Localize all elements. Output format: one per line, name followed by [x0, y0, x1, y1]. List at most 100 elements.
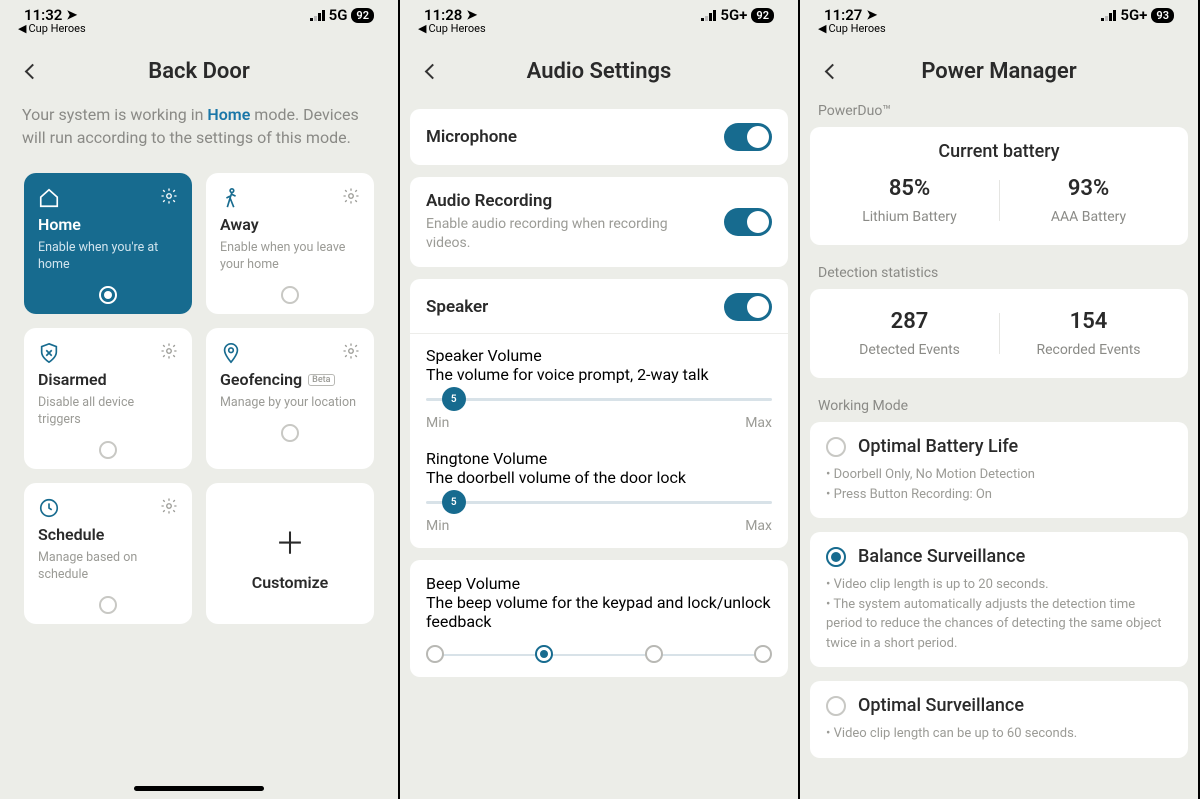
mode-desc: Disable all device triggers — [38, 395, 178, 429]
beep-volume-card: Beep Volume The beep volume for the keyp… — [410, 560, 788, 677]
mode-radio[interactable] — [99, 441, 117, 459]
wm-radio[interactable] — [826, 437, 846, 457]
wm-desc: Doorbell Only, No Motion Detection Press… — [826, 465, 1172, 504]
speaker-volume-slider[interactable]: 5 MinMax — [426, 398, 772, 431]
screen-back-door: 11:32 ➤ 5G 92 ◀ Cup Heroes Back Door You… — [0, 0, 400, 799]
speaker-volume-desc: The volume for voice prompt, 2-way talk — [426, 365, 772, 384]
recording-label: Audio Recording — [426, 191, 714, 211]
mode-card-customize[interactable]: ＋ Customize — [206, 483, 374, 624]
step-dot[interactable] — [645, 645, 663, 663]
audio-recording-card: Audio Recording Enable audio recording w… — [410, 177, 788, 267]
wm-desc: Video clip length can be up to 60 second… — [826, 724, 1172, 744]
speaker-volume-label: Speaker Volume — [426, 346, 772, 365]
speaker-label: Speaker — [426, 297, 488, 317]
wm-title: Optimal Surveillance — [858, 695, 1024, 716]
location-icon: ➤ — [866, 8, 877, 23]
speaker-toggle[interactable] — [724, 293, 772, 321]
mode-radio[interactable] — [99, 596, 117, 614]
gear-icon[interactable] — [160, 187, 178, 205]
wm-optimal-surveillance[interactable]: Optimal Surveillance Video clip length c… — [810, 681, 1188, 758]
status-bar: 11:32 ➤ 5G 92 — [0, 0, 398, 24]
step-dot[interactable] — [754, 645, 772, 663]
mode-label: Customize — [252, 573, 328, 592]
lithium-value: 85% — [820, 176, 999, 201]
mode-radio[interactable] — [281, 286, 299, 304]
lithium-label: Lithium Battery — [820, 209, 999, 225]
microphone-card: Microphone — [410, 109, 788, 165]
status-network: 5G+ — [1120, 6, 1147, 24]
working-mode-label: Working Mode — [800, 394, 1198, 422]
mode-radio[interactable] — [99, 286, 117, 304]
status-bar: 11:27 ➤ 5G+ 93 — [800, 0, 1198, 24]
microphone-toggle[interactable] — [724, 123, 772, 151]
status-network: 5G — [329, 6, 348, 24]
wm-radio-selected[interactable] — [826, 547, 846, 567]
wm-title: Balance Surveillance — [858, 546, 1025, 567]
pin-icon — [220, 342, 242, 364]
mode-desc: Enable when you're at home — [38, 240, 178, 274]
home-indicator — [134, 786, 264, 791]
wm-optimal-battery[interactable]: Optimal Battery Life Doorbell Only, No M… — [810, 422, 1188, 518]
beep-volume-label: Beep Volume — [426, 574, 772, 593]
page-title: Power Manager — [818, 59, 1180, 84]
home-icon — [38, 187, 60, 209]
aaa-value: 93% — [999, 176, 1178, 201]
header: Back Door — [0, 35, 398, 99]
mode-grid: Home Enable when you're at home Away Ena… — [0, 159, 398, 637]
wm-balance-surveillance[interactable]: Balance Surveillance Video clip length i… — [810, 532, 1188, 667]
mode-label: GeofencingBeta — [220, 370, 360, 389]
beta-badge: Beta — [308, 374, 334, 386]
gear-icon[interactable] — [342, 187, 360, 205]
status-battery: 93 — [1151, 8, 1174, 23]
mode-radio[interactable] — [281, 424, 299, 442]
battery-card: Current battery 85% Lithium Battery 93% … — [810, 127, 1188, 245]
mode-label: Disarmed — [38, 370, 178, 389]
recording-toggle[interactable] — [724, 208, 772, 236]
mode-label: Home — [38, 215, 178, 234]
walk-icon — [220, 187, 242, 209]
signal-icon — [310, 10, 325, 21]
slider-thumb[interactable]: 5 — [442, 490, 466, 514]
mode-label: Schedule — [38, 525, 178, 544]
slider-thumb[interactable]: 5 — [442, 387, 466, 411]
step-dot-selected[interactable] — [535, 645, 553, 663]
page-title: Audio Settings — [418, 59, 780, 84]
gear-icon[interactable] — [160, 497, 178, 515]
recording-desc: Enable audio recording when recording vi… — [426, 215, 714, 253]
mode-card-away[interactable]: Away Enable when you leave your home — [206, 173, 374, 314]
mode-link[interactable]: Home — [207, 105, 250, 124]
detected-label: Detected Events — [820, 342, 999, 358]
mode-card-schedule[interactable]: Schedule Manage based on schedule — [24, 483, 192, 624]
ringtone-volume-label: Ringtone Volume — [426, 449, 772, 468]
header: Power Manager — [800, 35, 1198, 99]
microphone-label: Microphone — [426, 127, 517, 147]
detected-value: 287 — [820, 309, 999, 334]
location-icon: ➤ — [466, 8, 477, 23]
mode-desc: Manage by your location — [220, 395, 360, 412]
step-dot[interactable] — [426, 645, 444, 663]
signal-icon — [1101, 10, 1116, 21]
screen-audio-settings: 11:28 ➤ 5G+ 92 ◀ Cup Heroes Audio Settin… — [400, 0, 800, 799]
gear-icon[interactable] — [342, 342, 360, 360]
beep-volume-slider[interactable] — [426, 645, 772, 663]
signal-icon — [701, 10, 716, 21]
mode-card-geofencing[interactable]: GeofencingBeta Manage by your location — [206, 328, 374, 469]
status-battery: 92 — [751, 8, 774, 23]
mode-card-home[interactable]: Home Enable when you're at home — [24, 173, 192, 314]
gear-icon[interactable] — [160, 342, 178, 360]
mode-card-disarmed[interactable]: Disarmed Disable all device triggers — [24, 328, 192, 469]
status-bar: 11:28 ➤ 5G+ 92 — [400, 0, 798, 24]
detection-card: 287 Detected Events 154 Recorded Events — [810, 289, 1188, 378]
plus-icon: ＋ — [275, 519, 305, 563]
ringtone-volume-slider[interactable]: 5 MinMax — [426, 501, 772, 534]
mode-desc: Enable when you leave your home — [220, 240, 360, 274]
clock-icon — [38, 497, 60, 519]
recorded-label: Recorded Events — [999, 342, 1178, 358]
wm-radio[interactable] — [826, 696, 846, 716]
mode-label: Away — [220, 215, 360, 234]
wm-title: Optimal Battery Life — [858, 436, 1018, 457]
beep-volume-desc: The beep volume for the keypad and lock/… — [426, 593, 772, 631]
recorded-value: 154 — [999, 309, 1178, 334]
location-icon: ➤ — [66, 8, 77, 23]
detection-label: Detection statistics — [800, 261, 1198, 289]
